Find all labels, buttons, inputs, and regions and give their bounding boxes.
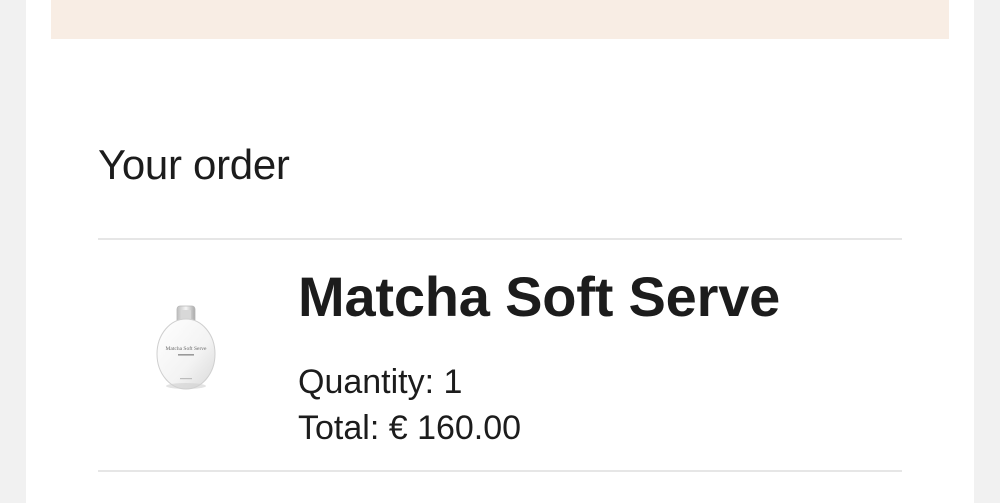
quantity-label: Quantity:	[298, 363, 435, 401]
product-image: Matcha Soft Serve	[154, 304, 218, 392]
product-name: Matcha Soft Serve	[298, 265, 781, 328]
order-page: Your order Matcha Soft Serve Matcha Soft…	[26, 0, 974, 503]
quantity-value: 1	[443, 363, 463, 401]
product-quantity: Quantity: 1	[298, 363, 462, 402]
perfume-bottle-icon: Matcha Soft Serve	[156, 305, 216, 390]
divider-top	[98, 238, 902, 240]
bottle-label: Matcha Soft Serve	[166, 345, 207, 352]
order-heading: Your order	[98, 141, 290, 188]
divider-bottom	[98, 470, 902, 472]
total-value: € 160.00	[388, 409, 522, 447]
total-label: Total:	[298, 409, 380, 447]
top-banner	[51, 0, 949, 39]
product-total: Total: € 160.00	[298, 409, 521, 448]
